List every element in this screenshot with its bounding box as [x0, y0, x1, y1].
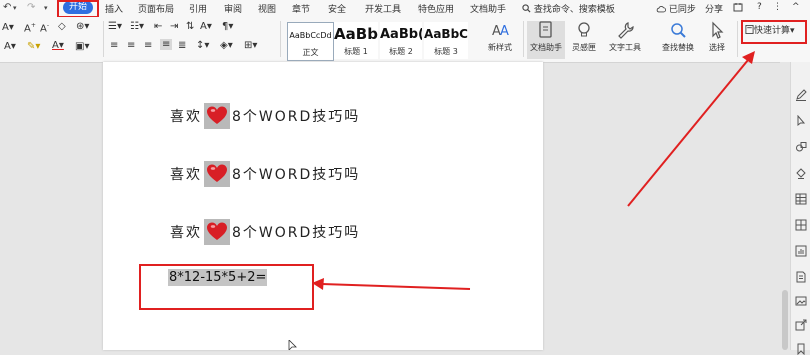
grid-icon[interactable] — [795, 219, 807, 231]
image-icon[interactable] — [795, 295, 807, 307]
arrow-to-quick-calc — [627, 59, 749, 207]
table-icon[interactable] — [795, 193, 807, 205]
share-out-icon[interactable] — [795, 319, 807, 331]
chart-icon[interactable] — [795, 245, 807, 257]
document-icon[interactable] — [795, 271, 807, 283]
pointer-icon[interactable] — [795, 115, 807, 127]
edit-pen-icon[interactable] — [795, 89, 807, 101]
arrowhead-icon — [312, 278, 324, 290]
shapes-icon[interactable] — [795, 141, 807, 153]
fill-bucket-icon[interactable] — [795, 167, 807, 179]
scrollbar-thumb[interactable] — [782, 290, 788, 350]
arrow-to-formula — [321, 283, 471, 290]
bookmark-icon[interactable] — [795, 343, 807, 355]
right-sidebar — [790, 62, 810, 355]
arrowhead-icon — [742, 51, 755, 64]
annotation-arrows — [312, 51, 755, 290]
